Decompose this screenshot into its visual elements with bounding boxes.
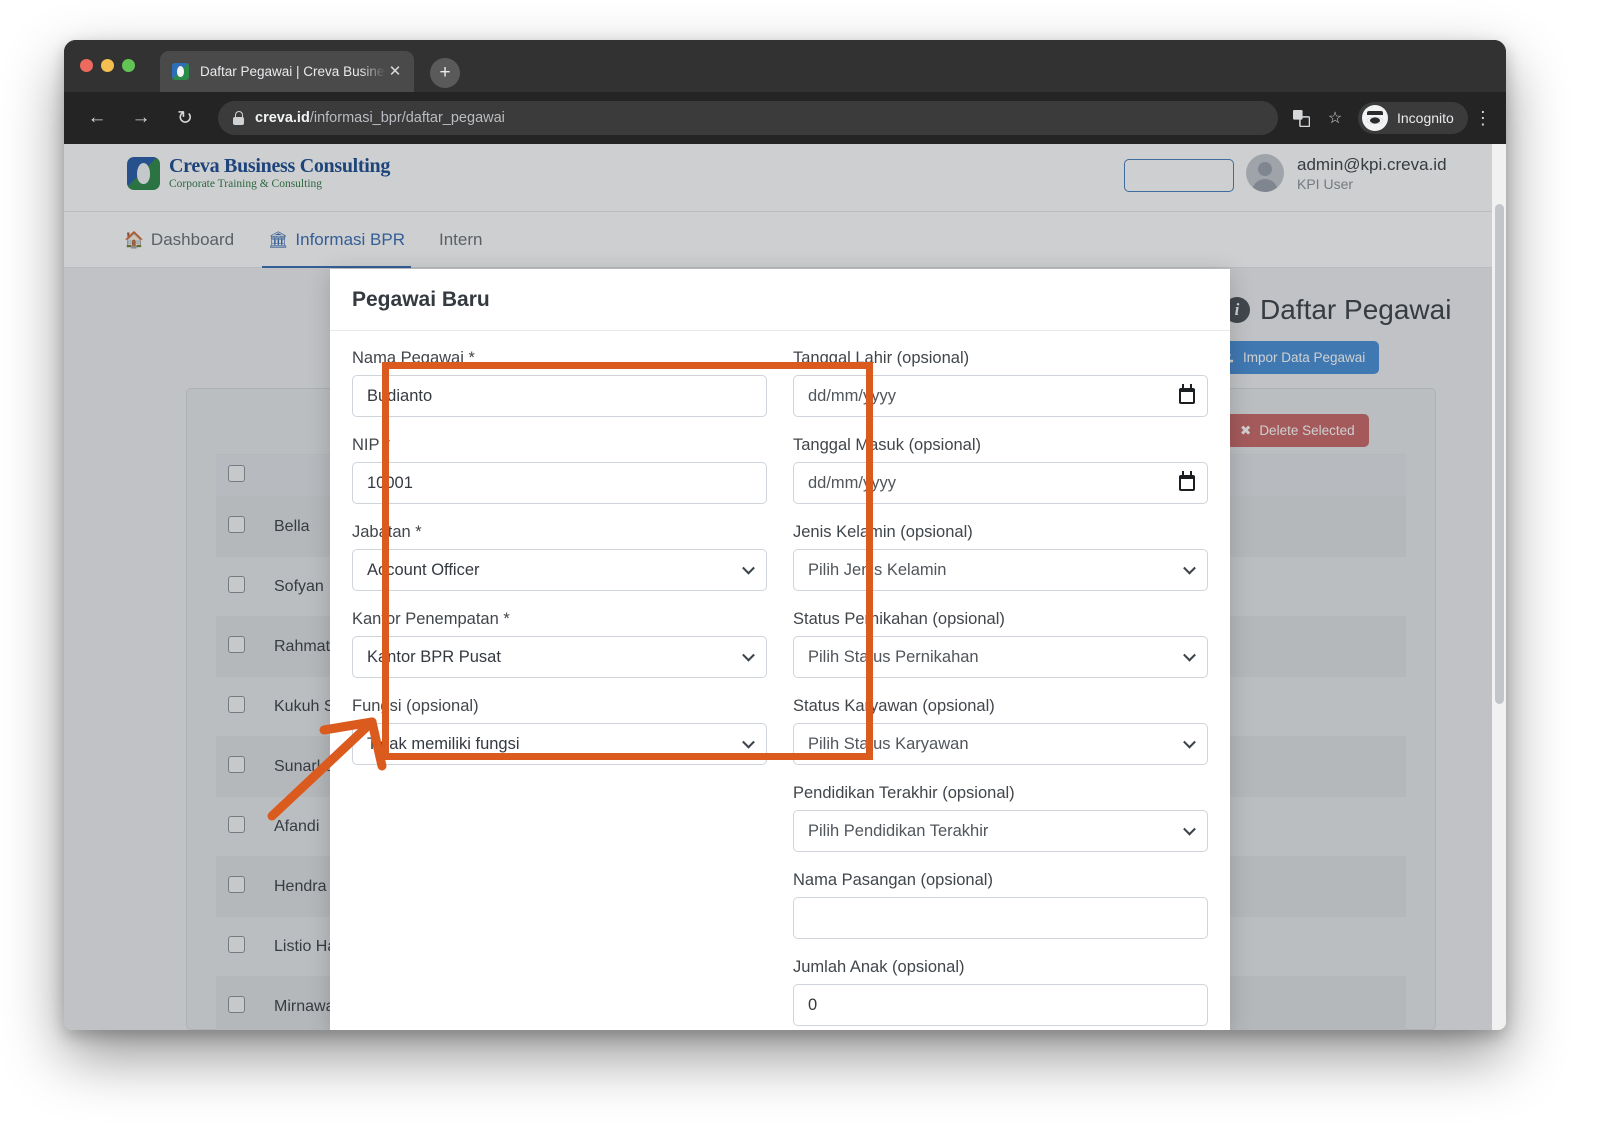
translate-icon[interactable] xyxy=(1286,103,1316,133)
field-status-pernikahan: Status Pernikahan (opsional) Pilih Statu… xyxy=(793,610,1208,678)
browser-tab[interactable]: Daftar Pegawai | Creva Busines ✕ xyxy=(160,51,414,92)
status-karyawan-select[interactable]: Pilih Status Karyawan xyxy=(793,723,1208,765)
incognito-icon xyxy=(1362,105,1388,131)
label-nama-pegawai: Nama Pegawai * xyxy=(352,349,475,367)
tanggal-masuk-placeholder: dd/mm/yyyy xyxy=(808,473,897,492)
kantor-penempatan-select[interactable]: Kantor BPR Pusat xyxy=(352,636,767,678)
close-tab-icon[interactable]: ✕ xyxy=(386,64,404,79)
field-tanggal-masuk: Tanggal Masuk (opsional) dd/mm/yyyy xyxy=(793,436,1208,504)
modal-left-column: Nama Pegawai * Budianto NIP * 10001 Jaba… xyxy=(352,349,767,1030)
maximize-window-button[interactable] xyxy=(122,59,135,72)
chevron-down-icon xyxy=(1183,561,1196,575)
incognito-indicator[interactable]: Incognito xyxy=(1358,102,1468,134)
browser-toolbar: ← → ↻ creva.id/informasi_bpr/daftar_pega… xyxy=(64,92,1506,144)
field-tanggal-lahir: Tanggal Lahir (opsional) dd/mm/yyyy xyxy=(793,349,1208,417)
label-tanggal-lahir: Tanggal Lahir (opsional) xyxy=(793,349,970,367)
calendar-icon[interactable] xyxy=(1179,384,1195,404)
label-fungsi: Fungsi (opsional) xyxy=(352,697,479,715)
pendidikan-terakhir-select[interactable]: Pilih Pendidikan Terakhir xyxy=(793,810,1208,852)
tanggal-masuk-input[interactable]: dd/mm/yyyy xyxy=(793,462,1208,504)
close-window-button[interactable] xyxy=(80,59,93,72)
label-status-pernikahan: Status Pernikahan (opsional) xyxy=(793,610,1005,628)
chevron-down-icon xyxy=(1183,735,1196,749)
address-bar[interactable]: creva.id/informasi_bpr/daftar_pegawai xyxy=(218,101,1278,135)
field-jenis-kelamin: Jenis Kelamin (opsional) Pilih Jenis Kel… xyxy=(793,523,1208,591)
forward-icon[interactable]: → xyxy=(124,101,158,135)
chevron-down-icon xyxy=(1183,648,1196,662)
jenis-kelamin-selected-value: Pilih Jenis Kelamin xyxy=(808,560,947,579)
field-jabatan: Jabatan * Account Officer xyxy=(352,523,767,591)
label-status-karyawan: Status Karyawan (opsional) xyxy=(793,697,995,715)
label-kantor-penempatan: Kantor Penempatan * xyxy=(352,610,510,628)
url-path: /informasi_bpr/daftar_pegawai xyxy=(309,110,505,126)
nama-pasangan-input[interactable] xyxy=(793,897,1208,939)
jabatan-selected-value: Account Officer xyxy=(367,560,480,579)
chevron-down-icon xyxy=(1183,822,1196,836)
url-text: creva.id/informasi_bpr/daftar_pegawai xyxy=(255,110,505,126)
field-jumlah-anak: Jumlah Anak (opsional) 0 xyxy=(793,958,1208,1026)
label-jabatan: Jabatan * xyxy=(352,523,422,541)
pendidikan-terakhir-selected-value: Pilih Pendidikan Terakhir xyxy=(808,821,989,840)
tab-strip: Daftar Pegawai | Creva Busines ✕ + xyxy=(64,40,1506,92)
field-pendidikan-terakhir: Pendidikan Terakhir (opsional) Pilih Pen… xyxy=(793,784,1208,852)
tab-title: Daftar Pegawai | Creva Busines xyxy=(200,64,386,79)
field-nama-pasangan: Nama Pasangan (opsional) xyxy=(793,871,1208,939)
modal-body: Nama Pegawai * Budianto NIP * 10001 Jaba… xyxy=(330,331,1230,1030)
chevron-down-icon xyxy=(742,735,755,749)
minimize-window-button[interactable] xyxy=(101,59,114,72)
lock-icon xyxy=(232,111,244,125)
tanggal-lahir-placeholder: dd/mm/yyyy xyxy=(808,386,897,405)
jabatan-select[interactable]: Account Officer xyxy=(352,549,767,591)
tanggal-lahir-input[interactable]: dd/mm/yyyy xyxy=(793,375,1208,417)
nama-pegawai-input[interactable]: Budianto xyxy=(352,375,767,417)
modal-header: Pegawai Baru xyxy=(330,269,1230,331)
browser-window: Daftar Pegawai | Creva Busines ✕ + ← → ↻… xyxy=(64,40,1506,1030)
chevron-down-icon xyxy=(742,561,755,575)
label-jumlah-anak: Jumlah Anak (opsional) xyxy=(793,958,965,976)
chevron-down-icon xyxy=(742,648,755,662)
modal-right-column: Tanggal Lahir (opsional) dd/mm/yyyy Tang… xyxy=(793,349,1208,1030)
jenis-kelamin-select[interactable]: Pilih Jenis Kelamin xyxy=(793,549,1208,591)
window-controls xyxy=(80,59,135,72)
incognito-label: Incognito xyxy=(1397,110,1454,126)
bookmark-star-icon[interactable]: ☆ xyxy=(1320,103,1350,133)
nip-input[interactable]: 10001 xyxy=(352,462,767,504)
label-nama-pasangan: Nama Pasangan (opsional) xyxy=(793,871,993,889)
field-status-karyawan: Status Karyawan (opsional) Pilih Status … xyxy=(793,697,1208,765)
label-tanggal-masuk: Tanggal Masuk (opsional) xyxy=(793,436,982,454)
field-nip: NIP * 10001 xyxy=(352,436,767,504)
label-jenis-kelamin: Jenis Kelamin (opsional) xyxy=(793,523,973,541)
toolbar-right-group: ☆ Incognito ⋮ xyxy=(1286,102,1492,134)
creva-favicon-icon xyxy=(172,63,189,80)
fungsi-selected-value: Tidak memiliki fungsi xyxy=(367,734,520,753)
page-scrollbar-thumb[interactable] xyxy=(1495,204,1504,704)
jumlah-anak-input[interactable]: 0 xyxy=(793,984,1208,1026)
kantor-penempatan-selected-value: Kantor BPR Pusat xyxy=(367,647,501,666)
modal-title: Pegawai Baru xyxy=(352,287,490,311)
new-tab-button[interactable]: + xyxy=(430,58,460,88)
label-pendidikan-terakhir: Pendidikan Terakhir (opsional) xyxy=(793,784,1015,802)
back-icon[interactable]: ← xyxy=(80,101,114,135)
fungsi-select[interactable]: Tidak memiliki fungsi xyxy=(352,723,767,765)
field-fungsi: Fungsi (opsional) Tidak memiliki fungsi xyxy=(352,697,767,765)
calendar-icon[interactable] xyxy=(1179,471,1195,491)
page-viewport: Creva Business Consulting Corporate Trai… xyxy=(64,144,1506,1030)
field-kantor-penempatan: Kantor Penempatan * Kantor BPR Pusat xyxy=(352,610,767,678)
status-karyawan-selected-value: Pilih Status Karyawan xyxy=(808,734,969,753)
pegawai-baru-modal: Pegawai Baru Nama Pegawai * Budianto NIP… xyxy=(330,269,1230,1030)
page-scrollbar[interactable] xyxy=(1492,144,1506,1030)
browser-menu-icon[interactable]: ⋮ xyxy=(1474,109,1492,128)
url-domain: creva.id xyxy=(255,110,310,126)
status-pernikahan-select[interactable]: Pilih Status Pernikahan xyxy=(793,636,1208,678)
status-pernikahan-selected-value: Pilih Status Pernikahan xyxy=(808,647,979,666)
field-nama-pegawai: Nama Pegawai * Budianto xyxy=(352,349,767,417)
label-nip: NIP * xyxy=(352,436,391,454)
reload-icon[interactable]: ↻ xyxy=(168,101,202,135)
